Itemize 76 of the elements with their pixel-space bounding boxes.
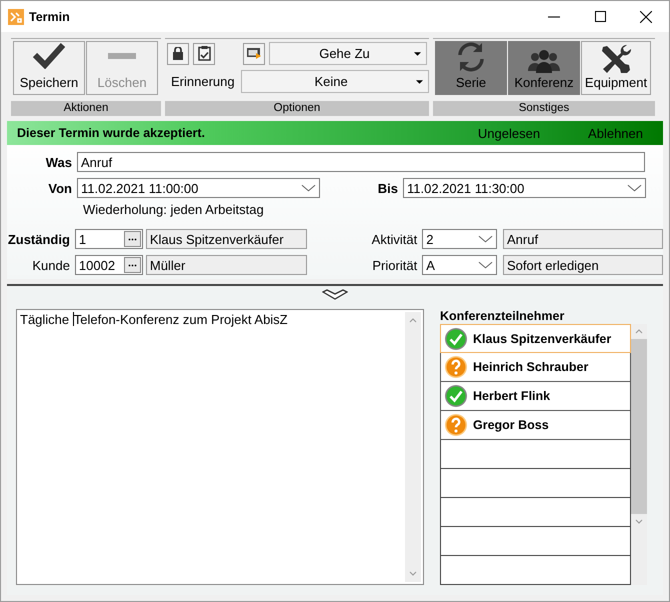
field-label: Kunde bbox=[31, 258, 71, 272]
end-date-field[interactable]: 11.02.2021 11:30:00 bbox=[403, 178, 646, 198]
field-label: Zuständig bbox=[7, 232, 71, 246]
field-label: Was bbox=[44, 154, 73, 170]
name-field: Müller bbox=[146, 255, 307, 275]
field-label: Priorität bbox=[371, 258, 418, 272]
clipboard-check-icon bbox=[198, 46, 210, 61]
recurrence-text: Wiederholung: jeden Arbeitstag bbox=[83, 202, 265, 217]
notes-field[interactable]: Tägliche Telefon-Konferenz zum Projekt AbisZ bbox=[16, 309, 424, 585]
reminder-dropdown[interactable]: Keine bbox=[240, 70, 429, 93]
maximize-icon bbox=[594, 11, 606, 22]
group-label: Aktionen bbox=[11, 101, 161, 116]
checkmark-icon bbox=[33, 43, 65, 69]
minimize-icon bbox=[548, 16, 560, 18]
screen-button[interactable] bbox=[243, 42, 265, 64]
ellipsis-icon bbox=[126, 238, 138, 240]
chevron-down-icon bbox=[478, 261, 493, 269]
chevron-down-icon bbox=[478, 235, 493, 243]
refresh-icon bbox=[458, 42, 484, 73]
question-mark-icon bbox=[444, 413, 468, 437]
save-button[interactable]: Speichern bbox=[13, 41, 85, 95]
caret-icon bbox=[414, 52, 421, 56]
code-dropdown[interactable]: A bbox=[422, 255, 497, 275]
participant-row[interactable]: Heinrich Schrauber bbox=[440, 353, 631, 382]
code-field[interactable]: 1 bbox=[74, 229, 143, 249]
notes-text: Tägliche Telefon-Konferenz zum Projekt AbisZ bbox=[19, 311, 289, 329]
code-dropdown[interactable]: 2 bbox=[422, 229, 497, 249]
lock-button[interactable] bbox=[167, 42, 189, 64]
scrollbar-thumb[interactable] bbox=[631, 339, 647, 514]
name-field: Klaus Spitzenverkäufer bbox=[146, 229, 307, 249]
field-label: Bis bbox=[376, 180, 399, 196]
field-label: Aktivität bbox=[370, 232, 418, 246]
tools-icon bbox=[602, 45, 630, 73]
field-label: Von bbox=[47, 180, 73, 196]
group-label: Sonstiges bbox=[433, 101, 655, 116]
ellipsis-icon bbox=[126, 264, 138, 266]
equipment-toggle[interactable]: Equipment bbox=[581, 41, 651, 95]
goto-dropdown[interactable]: Gehe Zu bbox=[269, 42, 427, 65]
chevron-down-icon bbox=[301, 184, 316, 192]
people-icon bbox=[528, 50, 560, 73]
description-field: Anruf bbox=[502, 229, 663, 249]
subject-field[interactable]: Anruf bbox=[77, 152, 645, 172]
empty-list-row[interactable] bbox=[440, 498, 631, 527]
banner-action-link[interactable]: Ungelesen bbox=[478, 126, 540, 140]
empty-list-row[interactable] bbox=[440, 556, 631, 585]
banner-action-link[interactable]: Ablehnen bbox=[588, 126, 643, 140]
status-message: Dieser Termin wurde akzeptiert. bbox=[17, 126, 206, 140]
accepted-check-icon bbox=[444, 384, 468, 408]
conference-toggle[interactable]: Konferenz bbox=[508, 41, 580, 95]
caret-icon bbox=[416, 80, 423, 84]
description-field: Sofort erledigen bbox=[502, 255, 663, 275]
browse-button[interactable] bbox=[124, 231, 141, 247]
participant-row[interactable]: Gregor Boss bbox=[440, 411, 631, 440]
start-date-field[interactable]: 11.02.2021 11:00:00 bbox=[77, 178, 320, 198]
accepted-check-icon bbox=[444, 326, 468, 350]
participants-title: Konferenzteilnehmer bbox=[440, 309, 566, 323]
expand-chevron-icon[interactable] bbox=[322, 289, 348, 301]
minus-icon bbox=[108, 53, 136, 59]
group-label: Optionen bbox=[165, 101, 429, 116]
scrollbar[interactable] bbox=[631, 324, 647, 585]
participant-row[interactable]: Klaus Spitzenverkäufer bbox=[440, 324, 631, 353]
empty-list-row[interactable] bbox=[440, 440, 631, 469]
code-field[interactable]: 10002 bbox=[74, 255, 143, 275]
chevron-down-icon bbox=[627, 184, 642, 192]
participant-row[interactable]: Herbert Flink bbox=[440, 382, 631, 411]
series-toggle[interactable]: Serie bbox=[435, 41, 507, 95]
app-icon bbox=[8, 8, 24, 24]
browse-button[interactable] bbox=[124, 257, 141, 273]
empty-list-row[interactable] bbox=[440, 527, 631, 556]
question-mark-icon bbox=[444, 355, 468, 379]
close-icon bbox=[640, 10, 652, 22]
lock-icon bbox=[173, 47, 183, 60]
window-title: Termin bbox=[29, 10, 70, 24]
clipboard-check-button[interactable] bbox=[193, 42, 215, 64]
empty-list-row[interactable] bbox=[440, 469, 631, 498]
reminder-label: Erinnerung bbox=[170, 74, 236, 89]
